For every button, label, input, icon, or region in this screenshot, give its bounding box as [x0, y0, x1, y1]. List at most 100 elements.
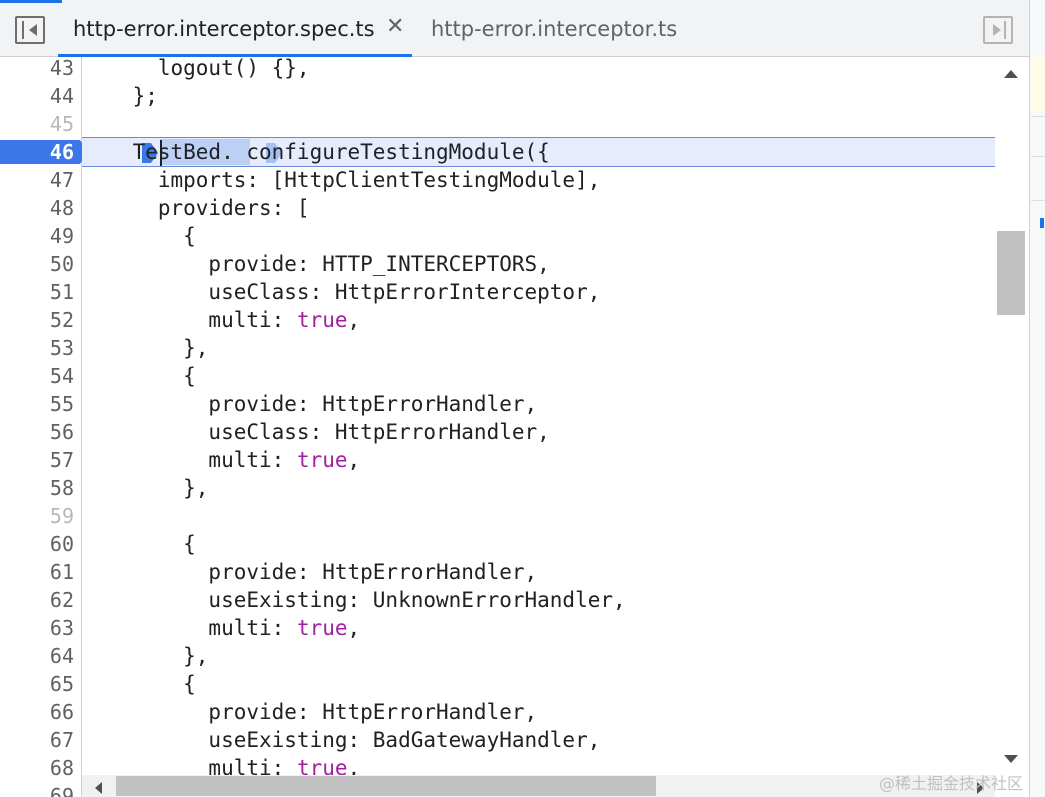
debugger-sidebar — [1029, 0, 1045, 797]
line-number[interactable]: 59 — [0, 502, 74, 530]
line-number[interactable]: 49 — [0, 222, 74, 250]
line-number[interactable]: 54 — [0, 362, 74, 390]
code-text: provide: HTTP_INTERCEPTORS, — [82, 252, 550, 276]
code-line: provide: HttpErrorHandler, — [82, 390, 537, 418]
code-text: }, — [82, 644, 209, 668]
code-line: useExisting: BadGatewayHandler, — [82, 726, 600, 754]
divider — [1031, 200, 1045, 201]
scroll-left-icon[interactable] — [95, 782, 102, 794]
code-line: }, — [82, 642, 208, 670]
code-text: , — [347, 616, 361, 640]
line-number[interactable]: 65 — [0, 670, 74, 698]
code-text: provide: HttpErrorHandler, — [82, 700, 538, 724]
code-editor[interactable]: logout() {}, }; TestBed. configureTestin… — [82, 57, 995, 775]
toggle-navigator-button[interactable] — [15, 16, 45, 44]
code-text: useExisting: BadGatewayHandler, — [82, 728, 601, 752]
close-icon[interactable]: ✕ — [386, 14, 404, 39]
tab-source-file[interactable]: http-error.interceptor.ts — [431, 0, 677, 57]
line-number[interactable]: 58 — [0, 474, 74, 502]
line-number[interactable]: 53 — [0, 334, 74, 362]
code-text: useClass: HttpErrorHandler, — [82, 420, 550, 444]
code-line: { — [82, 222, 196, 250]
line-number[interactable]: 55 — [0, 390, 74, 418]
code-text: { — [82, 532, 196, 556]
code-line: multi: true, — [82, 614, 360, 642]
line-number[interactable]: 62 — [0, 586, 74, 614]
keyword-token: true — [296, 616, 348, 640]
code-line: useExisting: UnknownErrorHandler, — [82, 586, 626, 614]
tab-spec-file[interactable]: http-error.interceptor.spec.ts ✕ — [58, 0, 412, 57]
code-text: multi: — [82, 756, 297, 775]
line-number[interactable]: 60 — [0, 530, 74, 558]
line-number[interactable]: 66 — [0, 698, 74, 726]
selected-frame-indicator — [1040, 218, 1044, 228]
line-number[interactable]: 68 — [0, 754, 74, 782]
divider — [1031, 156, 1045, 157]
keyword-token: true — [296, 308, 348, 332]
code-text: { — [82, 672, 196, 696]
code-line: }, — [82, 474, 208, 502]
code-text: , — [347, 308, 361, 332]
code-text: }, — [82, 336, 209, 360]
code-line: multi: true, — [82, 754, 360, 775]
line-number[interactable]: 45 — [0, 110, 74, 138]
scroll-down-icon[interactable] — [1004, 755, 1018, 763]
keyword-token: true — [296, 448, 348, 472]
code-line: useClass: HttpErrorInterceptor, — [82, 278, 600, 306]
line-number[interactable]: 56 — [0, 418, 74, 446]
tab-label: http-error.interceptor.ts — [431, 16, 678, 41]
line-number[interactable]: 48 — [0, 194, 74, 222]
line-number[interactable]: 63 — [0, 614, 74, 642]
code-text: multi: — [82, 308, 297, 332]
line-number[interactable]: 61 — [0, 558, 74, 586]
paused-banner — [1031, 57, 1045, 112]
code-line: { — [82, 362, 196, 390]
horizontal-scrollbar[interactable] — [82, 775, 995, 797]
scrollbar-thumb[interactable] — [997, 231, 1025, 315]
divider — [1031, 116, 1045, 117]
editor-tab-bar: http-error.interceptor.spec.ts ✕ http-er… — [0, 0, 1029, 57]
code-text: TestBed. configureTestingModule({ — [82, 140, 550, 164]
code-line: { — [82, 670, 196, 698]
line-number[interactable]: 47 — [0, 166, 74, 194]
code-text: provide: HttpErrorHandler, — [82, 560, 538, 584]
code-text: { — [82, 224, 196, 248]
code-text: useClass: HttpErrorInterceptor, — [82, 280, 601, 304]
code-line: TestBed. configureTestingModule({ — [82, 138, 550, 166]
line-number[interactable]: 43 — [0, 54, 74, 82]
code-text: imports: [HttpClientTestingModule], — [82, 168, 601, 192]
vertical-scrollbar[interactable] — [995, 57, 1029, 775]
code-line: provide: HttpErrorHandler, — [82, 558, 537, 586]
code-line: provide: HTTP_INTERCEPTORS, — [82, 250, 550, 278]
code-line: provide: HttpErrorHandler, — [82, 698, 537, 726]
code-text: useExisting: UnknownErrorHandler, — [82, 588, 626, 612]
code-line: multi: true, — [82, 446, 360, 474]
line-number[interactable]: 50 — [0, 250, 74, 278]
code-text: providers: [ — [82, 196, 310, 220]
watermark: @稀土掘金技术社区 — [879, 774, 1024, 793]
line-number[interactable]: 51 — [0, 278, 74, 306]
code-line: { — [82, 530, 196, 558]
code-text: , — [347, 756, 361, 775]
line-number[interactable]: 64 — [0, 642, 74, 670]
line-number[interactable]: 57 — [0, 446, 74, 474]
code-line: multi: true, — [82, 306, 360, 334]
code-text: , — [347, 448, 361, 472]
code-text: logout() {}, — [82, 57, 310, 80]
code-text: multi: — [82, 616, 297, 640]
collapse-left-icon — [29, 24, 37, 36]
code-text: }; — [82, 84, 158, 108]
line-number[interactable]: 52 — [0, 306, 74, 334]
line-number[interactable]: 69 — [0, 782, 74, 797]
scrollbar-thumb[interactable] — [116, 776, 656, 796]
code-text: multi: — [82, 448, 297, 472]
toggle-debugger-button[interactable] — [983, 16, 1013, 44]
code-line: logout() {}, — [82, 57, 310, 82]
expand-right-icon — [993, 24, 1001, 36]
code-line: useClass: HttpErrorHandler, — [82, 418, 550, 446]
line-number[interactable]: 67 — [0, 726, 74, 754]
scroll-up-icon[interactable] — [1004, 70, 1018, 78]
code-line: }, — [82, 334, 208, 362]
line-number[interactable]: 44 — [0, 82, 74, 110]
keyword-token: true — [296, 756, 348, 775]
